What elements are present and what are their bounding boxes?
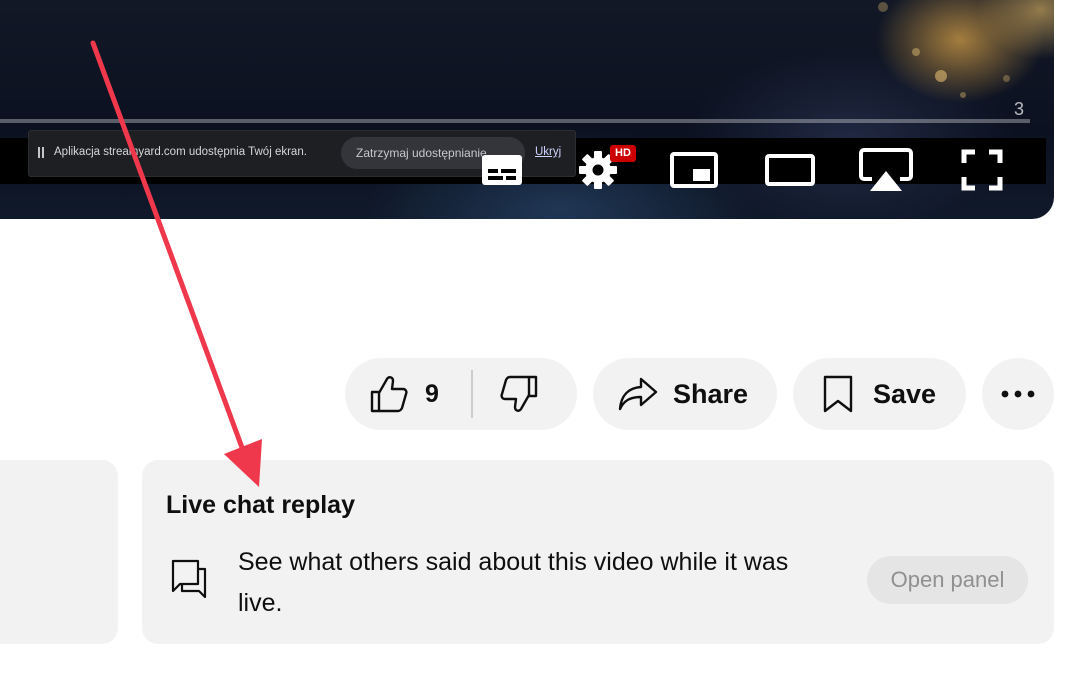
airplay-button[interactable] [857, 148, 915, 192]
live-chat-title: Live chat replay [166, 491, 355, 519]
open-panel-button[interactable]: Open panel [867, 556, 1028, 604]
thumbs-up-icon [369, 375, 409, 418]
subtitles-button[interactable] [477, 148, 527, 192]
share-button[interactable]: Share [593, 358, 777, 430]
save-label: Save [873, 379, 937, 409]
save-button[interactable]: Save [793, 358, 966, 430]
miniplayer-button[interactable] [667, 148, 721, 192]
time-display-fragment: 3 [1014, 99, 1025, 119]
share-arrow-icon [617, 376, 659, 417]
airplay-icon [859, 148, 913, 191]
like-count: 9 [425, 380, 439, 408]
hd-badge: HD [610, 145, 636, 162]
video-player[interactable]: 3 Aplikacja streamyard.com udostępnia Tw… [0, 0, 1054, 219]
hide-banner-link[interactable]: Ukryj [535, 146, 561, 158]
fullscreen-icon [961, 149, 1003, 191]
dislike-button[interactable] [473, 358, 577, 430]
live-chat-description: See what others said about this video wh… [238, 548, 789, 617]
pause-icon [38, 147, 45, 158]
more-actions-button[interactable] [982, 358, 1054, 430]
share-label: Share [673, 379, 749, 409]
more-options-icon [1001, 390, 1035, 398]
theater-mode-icon [765, 154, 815, 186]
live-chat-replay-card: Live chat replay See what others said ab… [142, 460, 1054, 644]
description-card[interactable] [0, 460, 118, 644]
bookmark-icon [821, 375, 855, 418]
video-bokeh-light [935, 70, 947, 82]
video-bokeh-light [1003, 75, 1010, 82]
progress-bar[interactable] [0, 119, 1030, 123]
like-button[interactable]: 9 [345, 358, 471, 430]
chat-bubbles-icon [170, 558, 208, 605]
video-bokeh-light [960, 92, 966, 98]
theater-mode-button[interactable] [763, 148, 817, 192]
subtitles-icon [482, 155, 522, 185]
video-bokeh-light [878, 2, 888, 12]
screen-share-text: Aplikacja streamyard.com udostępnia Twój… [54, 146, 307, 158]
video-bokeh-light [912, 48, 920, 56]
fullscreen-button[interactable] [958, 148, 1006, 192]
miniplayer-icon [670, 152, 718, 188]
thumbs-down-icon [499, 375, 539, 418]
like-dislike-group: 9 [345, 358, 577, 430]
